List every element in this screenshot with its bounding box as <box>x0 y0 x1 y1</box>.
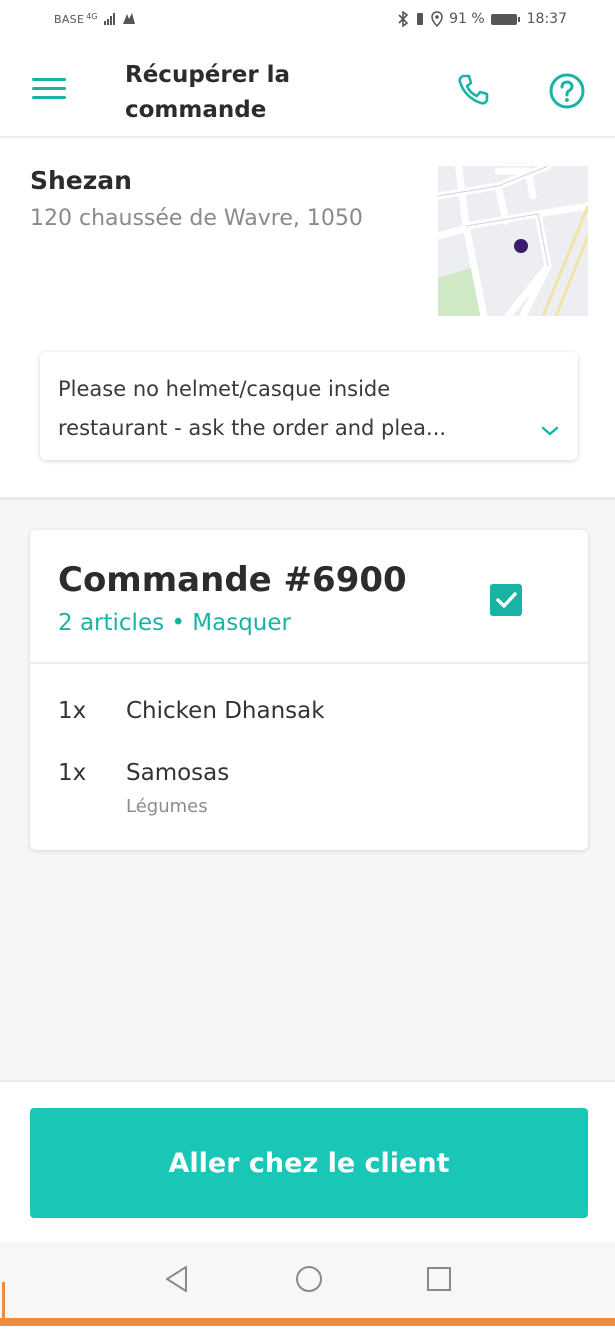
item-option: Légumes <box>126 796 208 817</box>
hide-items-link[interactable]: Masquer <box>192 610 291 636</box>
square-recents-icon[interactable] <box>424 1264 454 1294</box>
status-bar: BASE 4G 91 % 18:37 <box>0 0 615 44</box>
status-right: 91 % 18:37 <box>397 11 567 27</box>
carrier-name: BASE <box>54 12 85 26</box>
item-name: Chicken Dhansak <box>126 698 325 724</box>
bottom-margin <box>0 1326 615 1341</box>
item-count: 2 articles <box>58 610 165 636</box>
restaurant-address: 120 chaussée de Wavre, 1050 <box>30 206 363 231</box>
network-type: 4G <box>86 11 98 21</box>
notification-icon <box>122 13 135 24</box>
highlight-border-bottom <box>0 1318 615 1326</box>
map-marker <box>514 239 528 253</box>
delivery-note-card[interactable]: Please no helmet/casque inside restauran… <box>40 352 578 460</box>
check-icon <box>496 592 517 608</box>
item-quantity: 1x <box>58 698 87 724</box>
chevron-down-icon[interactable] <box>540 424 560 438</box>
map-thumbnail[interactable] <box>438 166 588 316</box>
order-card: Commande #6900 2 articles • Masquer 1x C… <box>30 530 588 850</box>
separator-dot: • <box>171 610 185 636</box>
item-quantity: 1x <box>58 760 87 786</box>
system-nav-bar <box>0 1242 615 1318</box>
circle-home-icon[interactable] <box>294 1264 324 1294</box>
page-title: Récupérer la commande <box>125 62 291 123</box>
restaurant-section: Shezan 120 chaussée de Wavre, 1050 Pleas… <box>0 138 615 500</box>
signal-icon <box>103 13 115 25</box>
clock: 18:37 <box>526 11 567 27</box>
order-checkbox[interactable] <box>490 584 522 616</box>
restaurant-name: Shezan <box>30 166 132 195</box>
battery-percent: 91 % <box>449 11 485 27</box>
delivery-note: Please no helmet/casque inside restauran… <box>58 370 528 448</box>
bluetooth-icon <box>398 11 409 27</box>
footer: Aller chez le client <box>0 1082 615 1242</box>
phone-icon[interactable] <box>455 72 491 108</box>
hamburger-icon[interactable] <box>32 78 66 104</box>
status-left: BASE 4G <box>54 12 137 26</box>
location-icon <box>431 11 443 27</box>
item-name: Samosas <box>126 760 230 786</box>
app-header: Récupérer la commande <box>0 44 615 138</box>
go-to-customer-button[interactable]: Aller chez le client <box>30 1108 588 1218</box>
delivery-note-line2: restaurant - ask the order and plea... <box>58 416 447 440</box>
order-title: Commande #6900 <box>58 560 407 600</box>
question-circle-icon[interactable] <box>548 72 586 110</box>
battery-icon <box>490 13 520 25</box>
vibrate-icon <box>417 13 424 25</box>
order-summary: 2 articles • Masquer <box>58 610 291 636</box>
triangle-back-icon[interactable] <box>162 1264 192 1294</box>
delivery-note-line1: Please no helmet/casque inside <box>58 377 391 401</box>
order-divider <box>30 662 588 664</box>
